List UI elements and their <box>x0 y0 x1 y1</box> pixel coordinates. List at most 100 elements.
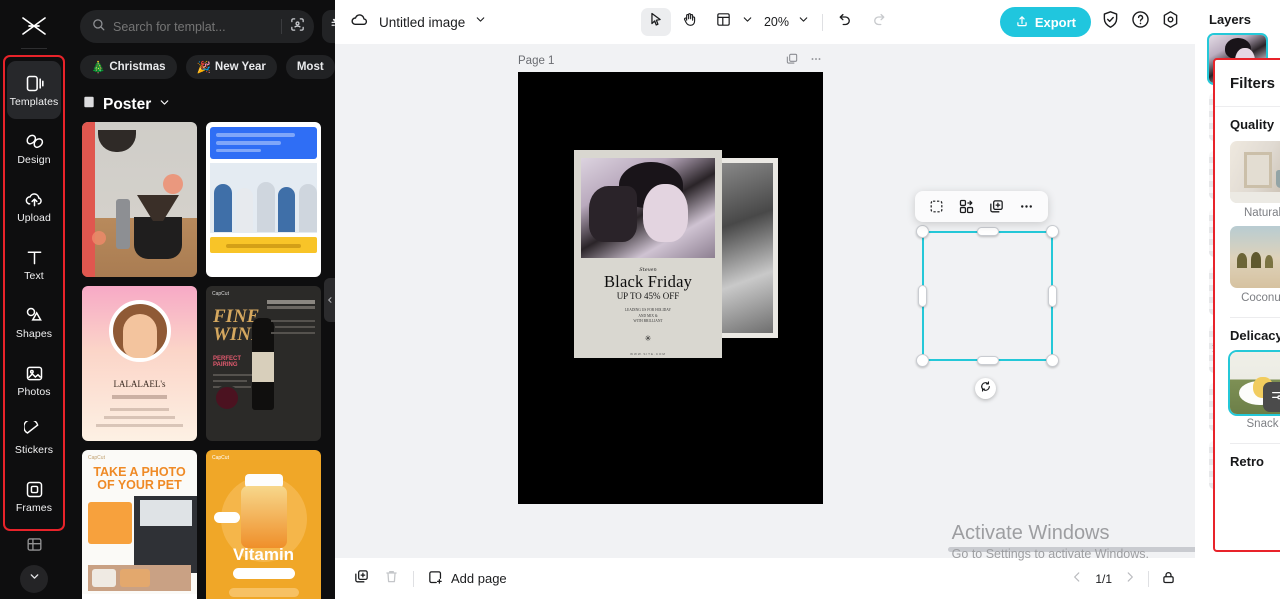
sidebar-item-shapes[interactable]: Shapes <box>7 293 61 351</box>
chip-new-year[interactable]: 🎉 New Year <box>185 55 277 79</box>
table-icon[interactable] <box>25 535 44 559</box>
export-button[interactable]: Export <box>999 7 1091 37</box>
page-header: Page 1 <box>518 52 823 69</box>
christmas-tree-icon: 🎄 <box>91 62 106 74</box>
shapes-icon <box>24 305 45 326</box>
more-horizontal-icon[interactable] <box>809 52 823 69</box>
section-title-retro: Retro <box>1230 454 1264 469</box>
prev-page-button[interactable] <box>1070 570 1084 587</box>
frames-icon <box>24 479 45 500</box>
template-card-text: Vitamin <box>232 545 295 564</box>
replace-icon[interactable] <box>958 198 975 215</box>
layout-tool-button[interactable] <box>709 8 739 36</box>
canvas-area[interactable]: Page 1 Steven Black Friday UP TO 45% OFF… <box>335 44 1195 558</box>
quality-filter-grid: Natural Apricot <box>1230 141 1280 304</box>
redo-icon <box>871 11 889 34</box>
templates-icon <box>24 73 45 94</box>
template-card[interactable]: CapCut FINE WINE PERFECT PAIRING <box>206 286 321 441</box>
sidebar-item-label: Stickers <box>14 443 54 456</box>
selection-bounding-box[interactable] <box>916 225 1059 367</box>
duplicate-page-icon[interactable] <box>785 52 799 69</box>
lock-icon[interactable] <box>1160 569 1177 589</box>
search-input[interactable] <box>113 19 274 34</box>
image-search-icon[interactable] <box>289 16 306 38</box>
filter-label: Snack <box>1246 418 1279 430</box>
rotate-handle[interactable] <box>975 378 996 399</box>
duplicate-page-button[interactable] <box>353 568 370 590</box>
add-page-icon <box>427 569 444 589</box>
resize-handle-tl[interactable] <box>916 225 929 238</box>
template-card[interactable] <box>82 122 197 277</box>
sliders-icon <box>1270 387 1280 408</box>
sidebar-item-upload[interactable]: Upload <box>7 177 61 235</box>
filter-thumbnail <box>1230 352 1280 414</box>
top-toolbar: Untitled image 20% Export <box>335 0 1195 44</box>
zoom-chevron-down-icon[interactable] <box>797 13 810 31</box>
template-card-text: TAKE A PHOTO OF YOUR PET <box>93 465 186 493</box>
resize-handle-br[interactable] <box>1046 354 1059 367</box>
sidebar-item-frames[interactable]: Frames <box>7 467 61 525</box>
sidebar-item-templates[interactable]: Templates <box>7 61 61 119</box>
filter-natural[interactable]: Natural <box>1230 141 1280 219</box>
sidebar-item-photos[interactable]: Photos <box>7 351 61 409</box>
crop-icon[interactable] <box>928 198 945 215</box>
filter-sort-button[interactable] <box>322 10 335 43</box>
export-label: Export <box>1034 14 1076 30</box>
resize-handle-left[interactable] <box>918 285 927 307</box>
bottom-divider <box>1148 570 1149 587</box>
select-tool-button[interactable] <box>640 8 671 36</box>
document-title-menu[interactable]: Untitled image <box>349 9 487 35</box>
chevron-left-icon <box>326 291 334 309</box>
more-horizontal-icon[interactable] <box>1018 198 1035 215</box>
hand-tool-button[interactable] <box>675 8 705 36</box>
question-circle-icon[interactable] <box>1130 9 1151 35</box>
page-indicator: 1/1 <box>1095 571 1112 586</box>
bottom-bar: Add page 1/1 <box>335 558 1195 599</box>
horizontal-scrollbar[interactable] <box>948 547 1195 552</box>
filter-snack[interactable]: Snack <box>1230 352 1280 430</box>
adjust-badge[interactable] <box>1263 382 1280 412</box>
sidebar-item-label: Frames <box>15 501 53 514</box>
chip-most[interactable]: Most <box>285 55 335 79</box>
add-page-button[interactable]: Add page <box>427 569 507 589</box>
artboard[interactable]: Steven Black Friday UP TO 45% OFF LEADIN… <box>518 72 823 504</box>
capcut-logo-icon[interactable] <box>14 12 54 40</box>
party-popper-icon: 🎉 <box>196 62 211 74</box>
filter-coconut[interactable]: Coconut <box>1230 226 1280 304</box>
resize-handle-bl[interactable] <box>916 354 929 367</box>
category-selector[interactable]: Poster <box>68 83 335 122</box>
chip-christmas[interactable]: 🎄 Christmas <box>80 55 177 79</box>
sidebar-item-label: Photos <box>17 385 51 398</box>
sidebar-item-text[interactable]: Text <box>7 235 61 293</box>
poster-photo[interactable] <box>581 158 715 258</box>
shield-check-icon[interactable] <box>1100 9 1121 35</box>
gear-icon[interactable] <box>1160 9 1181 35</box>
left-icon-rail: Templates Design Upload Text Shapes Phot… <box>0 0 68 599</box>
add-page-label: Add page <box>451 571 507 586</box>
chevron-down-icon <box>474 13 487 31</box>
filters-panel-body[interactable]: Quality Natural Coconut Delicacy Snack R… <box>1215 107 1280 550</box>
chevron-down-icon <box>28 570 41 588</box>
sidebar-item-stickers[interactable]: Stickers <box>7 409 61 467</box>
duplicate-icon[interactable] <box>988 198 1005 215</box>
layout-chevron-down-icon[interactable] <box>741 13 754 31</box>
undo-icon[interactable] <box>835 11 853 34</box>
template-card[interactable] <box>206 122 321 277</box>
sidebar-item-design[interactable]: Design <box>7 119 61 177</box>
resize-handle-top[interactable] <box>976 227 999 236</box>
search-box[interactable] <box>80 10 314 43</box>
category-chips: 🎄 Christmas 🎉 New Year Most <box>68 49 335 83</box>
panel-collapse-handle[interactable] <box>324 278 335 322</box>
template-card[interactable]: CapCut TAKE A PHOTO OF YOUR PET <box>82 450 197 599</box>
zoom-level: 20% <box>763 15 790 29</box>
rail-expand-button[interactable] <box>20 565 48 593</box>
bottom-divider <box>413 570 414 587</box>
filters-section-divider <box>1230 443 1280 444</box>
resize-handle-tr[interactable] <box>1046 225 1059 238</box>
resize-handle-right[interactable] <box>1048 285 1057 307</box>
main-poster-layer[interactable]: Steven Black Friday UP TO 45% OFF LEADIN… <box>574 150 722 358</box>
template-card[interactable]: CapCut Vitamin <box>206 450 321 599</box>
template-card[interactable]: LALALAEL's <box>82 286 197 441</box>
resize-handle-bottom[interactable] <box>976 356 999 365</box>
next-page-button[interactable] <box>1123 570 1137 587</box>
